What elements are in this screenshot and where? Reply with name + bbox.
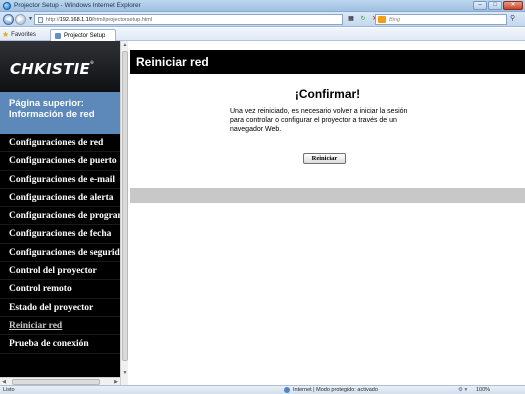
- sidebar-item-remote-control[interactable]: Control remoto: [0, 280, 120, 299]
- sidebar-item-date-settings[interactable]: Configuraciones de fecha: [0, 225, 120, 244]
- security-zone[interactable]: Internet | Modo protegido: activado: [284, 387, 378, 393]
- sidebar-item-connection-test[interactable]: Prueba de conexión: [0, 335, 120, 354]
- window-titlebar: Projector Setup - Windows Internet Explo…: [0, 0, 525, 12]
- sidebar: CHKISTIE® Página superior: Información d…: [0, 41, 120, 385]
- confirm-message: Una vez reiniciado, es necesario volver …: [230, 108, 408, 133]
- globe-icon: [284, 387, 290, 393]
- scroll-right-icon[interactable]: ▶: [112, 378, 120, 385]
- scroll-thumb[interactable]: [122, 51, 128, 361]
- search-input[interactable]: Bing: [375, 14, 507, 25]
- sidebar-top-page-link[interactable]: Página superior: Información de red: [0, 92, 120, 134]
- confirm-heading: ¡Confirmar!: [294, 87, 361, 101]
- internet-explorer-icon: [3, 2, 11, 10]
- search-placeholder: Bing: [389, 16, 401, 23]
- security-settings-icon[interactable]: ⚙ ▾: [458, 387, 467, 393]
- address-toolbar: ◀ ▶ ▼ http://192.168.1.10/html/projector…: [0, 12, 525, 27]
- window-controls: – □ ✕: [472, 1, 523, 11]
- close-button[interactable]: ✕: [503, 1, 523, 10]
- status-text: Listo: [3, 387, 15, 393]
- logo-text: CHKISTIE: [10, 60, 91, 78]
- sidebar-horizontal-scrollbar[interactable]: ◀ ▶: [0, 377, 120, 385]
- refresh-icon[interactable]: ↻: [358, 15, 368, 24]
- page-title: Reiniciar red: [130, 50, 525, 74]
- favorites-bar: ★ Favorites Projector Setup: [0, 28, 525, 41]
- compat-view-icon[interactable]: ▦: [346, 15, 356, 24]
- footer-band: [130, 188, 525, 203]
- sidebar-item-email-settings[interactable]: Configuraciones de e-mail: [0, 171, 120, 189]
- window-title: Projector Setup - Windows Internet Explo…: [14, 2, 141, 9]
- zoom-level[interactable]: 100%: [476, 387, 490, 393]
- page-icon: [38, 16, 43, 23]
- url-text: http://192.168.1.10/html/projectorsetup.…: [46, 17, 152, 23]
- favorites-label: Favorites: [11, 31, 36, 38]
- sidebar-item-network-settings[interactable]: Configuraciones de red: [0, 134, 120, 153]
- history-dropdown-icon[interactable]: ▼: [28, 16, 33, 22]
- page-viewport: CHKISTIE® Página superior: Información d…: [0, 41, 525, 385]
- bing-icon: [378, 16, 386, 23]
- logo-area: CHKISTIE®: [0, 41, 120, 92]
- zone-text: Internet | Modo protegido: activado: [293, 387, 378, 393]
- maximize-button[interactable]: □: [488, 1, 502, 10]
- sidebar-item-projector-status[interactable]: Estado del proyector: [0, 299, 120, 317]
- sidebar-item-security-settings[interactable]: Configuraciones de seguridad: [0, 244, 120, 263]
- sidebar-menu: Configuraciones de red Configuraciones d…: [0, 134, 120, 354]
- back-button[interactable]: ◀: [3, 14, 14, 25]
- tab-projector-setup[interactable]: Projector Setup: [50, 29, 116, 41]
- scroll-left-icon[interactable]: ◀: [0, 378, 8, 385]
- sidebar-item-schedule-settings[interactable]: Configuraciones de programa: [0, 207, 120, 226]
- favorites-button[interactable]: ★ Favorites: [2, 30, 36, 39]
- scroll-down-icon[interactable]: ▼: [121, 369, 129, 377]
- url-path: /html/projectorsetup.html: [91, 16, 153, 23]
- forward-button[interactable]: ▶: [15, 14, 26, 25]
- tab-page-icon: [55, 32, 61, 39]
- sidebar-vertical-scrollbar[interactable]: ▲ ▼: [120, 41, 128, 385]
- main-content: Reiniciar red ¡Confirmar! Una vez reinic…: [130, 41, 525, 385]
- christie-logo: CHKISTIE®: [10, 60, 95, 78]
- sidebar-item-projector-control[interactable]: Control del proyector: [0, 262, 120, 281]
- url-host: 192.168.1.10: [59, 16, 92, 23]
- star-icon: ★: [2, 30, 10, 39]
- tab-label: Projector Setup: [64, 32, 106, 39]
- status-bar: Listo Internet | Modo protegido: activad…: [0, 385, 525, 394]
- sidebar-item-alert-settings[interactable]: Configuraciones de alerta: [0, 189, 120, 208]
- url-prefix: http://: [46, 16, 60, 23]
- search-icon[interactable]: ⚲: [510, 14, 515, 22]
- restart-button[interactable]: Reiniciar: [303, 153, 346, 164]
- minimize-button[interactable]: –: [473, 1, 487, 10]
- address-input[interactable]: http://192.168.1.10/html/projectorsetup.…: [34, 14, 343, 25]
- sidebar-item-port-settings[interactable]: Configuraciones de puerto: [0, 152, 120, 171]
- scroll-up-icon[interactable]: ▲: [121, 41, 129, 49]
- sidebar-item-network-restart[interactable]: Reiniciar red: [0, 317, 120, 336]
